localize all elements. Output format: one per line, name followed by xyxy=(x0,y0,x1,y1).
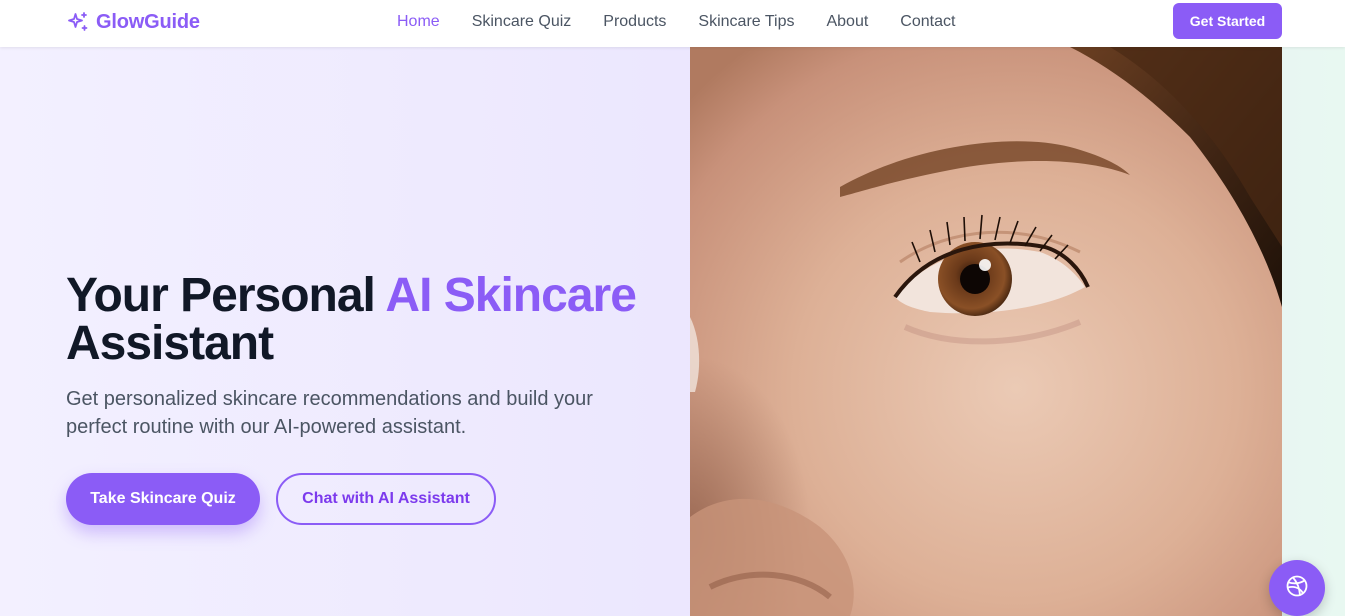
brand-name: GlowGuide xyxy=(96,10,200,33)
hero-section: Your Personal AI Skincare Assistant Get … xyxy=(0,47,1345,616)
hero-title-part1: Your Personal xyxy=(66,269,386,322)
brand-logo[interactable]: GlowGuide xyxy=(66,9,200,35)
nav-link-contact[interactable]: Contact xyxy=(900,12,955,32)
take-quiz-button[interactable]: Take Skincare Quiz xyxy=(66,473,260,525)
sparkles-icon xyxy=(66,10,90,34)
hero-title-part2: Assistant xyxy=(66,317,274,370)
nav-link-skincare-tips[interactable]: Skincare Tips xyxy=(698,12,794,32)
navbar: GlowGuide Home Skincare Quiz Products Sk… xyxy=(0,0,1345,47)
dribbble-icon xyxy=(1285,574,1309,603)
chat-assistant-button[interactable]: Chat with AI Assistant xyxy=(276,473,496,525)
nav-link-home[interactable]: Home xyxy=(397,12,440,32)
get-started-button[interactable]: Get Started xyxy=(1173,3,1282,39)
hero-face-image xyxy=(690,47,1282,616)
hero-title-accent: AI Skincare xyxy=(385,269,636,322)
floating-chat-button[interactable] xyxy=(1269,560,1325,616)
nav-link-skincare-quiz[interactable]: Skincare Quiz xyxy=(472,12,572,32)
hero-title: Your Personal AI Skincare Assistant xyxy=(66,272,686,368)
hero-subtitle: Get personalized skincare recommendation… xyxy=(66,388,593,438)
nav-link-about[interactable]: About xyxy=(826,12,868,32)
main-nav: Home Skincare Quiz Products Skincare Tip… xyxy=(397,12,987,32)
nav-link-products[interactable]: Products xyxy=(603,12,666,32)
